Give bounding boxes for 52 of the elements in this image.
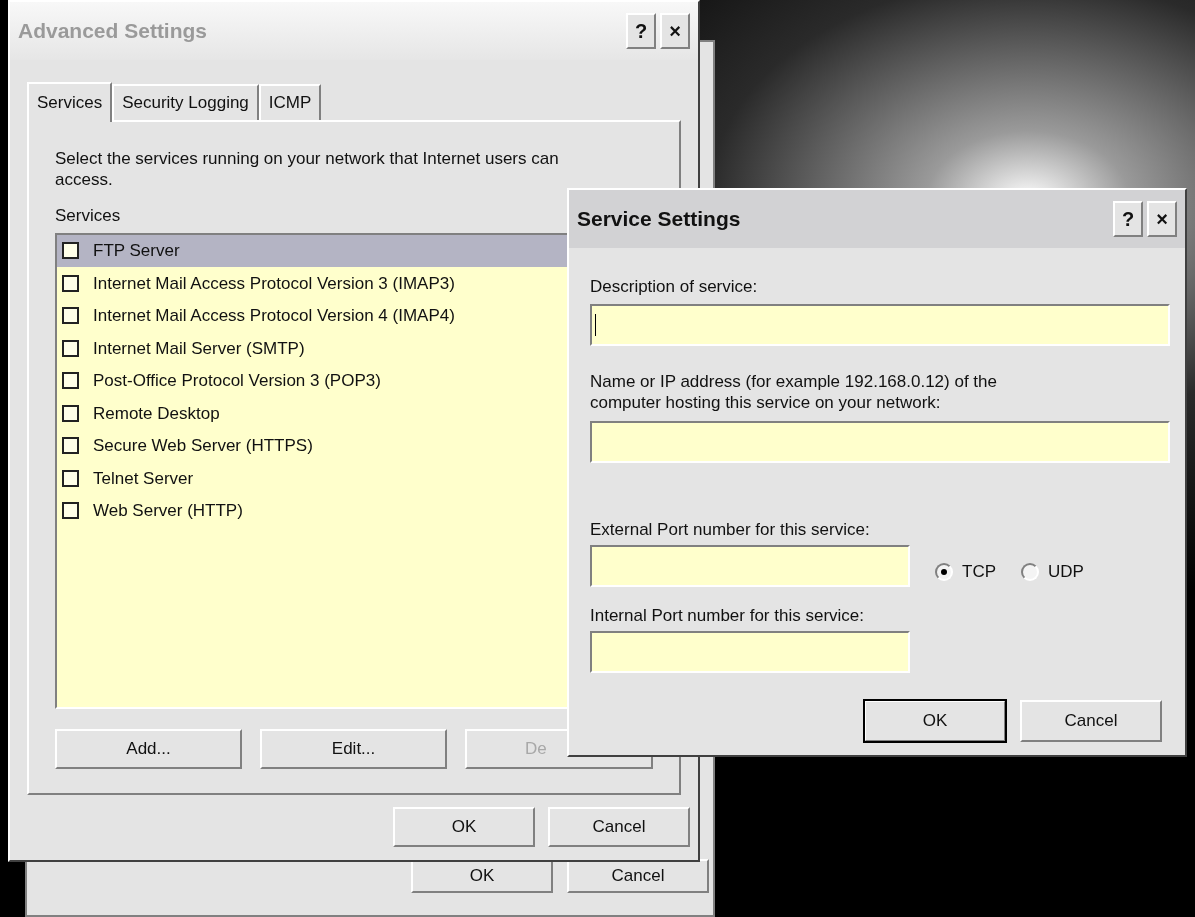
list-item[interactable]: Internet Mail Access Protocol Version 4 (IMAP4) (57, 299, 651, 332)
list-item[interactable]: Secure Web Server (HTTPS) (57, 429, 651, 462)
cancel-button[interactable]: Cancel (1020, 699, 1162, 742)
help-button[interactable]: ? (626, 13, 656, 49)
checkbox[interactable] (62, 372, 79, 390)
checkbox[interactable] (62, 339, 79, 357)
radio-label: TCP (962, 561, 996, 584)
close-button[interactable]: × (660, 13, 690, 49)
checkbox[interactable] (62, 469, 79, 487)
field-label: Internal Port number for this service: (590, 605, 865, 627)
window-title: Advanced Settings (18, 18, 208, 45)
window-title: Service Settings (577, 206, 741, 233)
radio-button[interactable] (935, 563, 953, 581)
input-field[interactable] (590, 303, 1170, 346)
item-label: Internet Mail Access Protocol Version 4 (IMAP4) (93, 305, 455, 327)
tab[interactable]: Services (27, 82, 113, 122)
item-label: FTP Server (93, 240, 180, 262)
input-field[interactable] (590, 545, 910, 587)
add-button[interactable]: Add... (55, 728, 243, 769)
ok-button[interactable]: OK (864, 699, 1006, 742)
field-label: External Port number for this service: (590, 518, 871, 541)
radio-label: UDP (1048, 561, 1084, 584)
item-label: Secure Web Server (HTTPS) (93, 435, 313, 457)
close-button[interactable]: × (1147, 201, 1177, 237)
checkbox[interactable] (62, 437, 79, 455)
help-button[interactable]: ? (1113, 201, 1143, 237)
field-label: Name or IP address (for example 192.168.0.12) of the computer hosting this service on your network: (590, 370, 998, 413)
cancel-button[interactable]: Cancel (548, 807, 690, 847)
tab[interactable]: ICMP (258, 84, 322, 120)
ok-button[interactable]: OK (393, 807, 535, 847)
field-label: Description of service: (590, 276, 759, 298)
item-label: Internet Mail Server (SMTP) (93, 337, 305, 360)
tab[interactable]: Security Logging (112, 84, 259, 120)
input-field[interactable] (590, 420, 1170, 463)
item-label: Telnet Server (93, 467, 194, 490)
list-item[interactable]: Telnet Server (57, 462, 651, 495)
description-text: Select the services running on your network that Internet users can access. (55, 148, 560, 190)
checkbox[interactable] (62, 404, 79, 422)
radio-button[interactable] (1021, 563, 1039, 581)
edit-button[interactable]: Edit... (260, 728, 448, 769)
item-label: Web Server (HTTP) (93, 500, 243, 522)
checkbox[interactable] (62, 502, 79, 520)
checkbox[interactable] (62, 242, 79, 260)
text-cursor (595, 313, 596, 336)
item-label: Internet Mail Access Protocol Version 3 (IMAP3) (93, 272, 455, 295)
item-label: Post-Office Protocol Version 3 (POP3) (93, 370, 381, 392)
input-field[interactable] (590, 630, 910, 673)
item-label: Remote Desktop (93, 402, 220, 425)
list-item[interactable]: Internet Mail Server (SMTP) (57, 332, 651, 365)
list-label: Services (55, 205, 121, 227)
checkbox[interactable] (62, 274, 79, 292)
checkbox[interactable] (62, 307, 79, 325)
